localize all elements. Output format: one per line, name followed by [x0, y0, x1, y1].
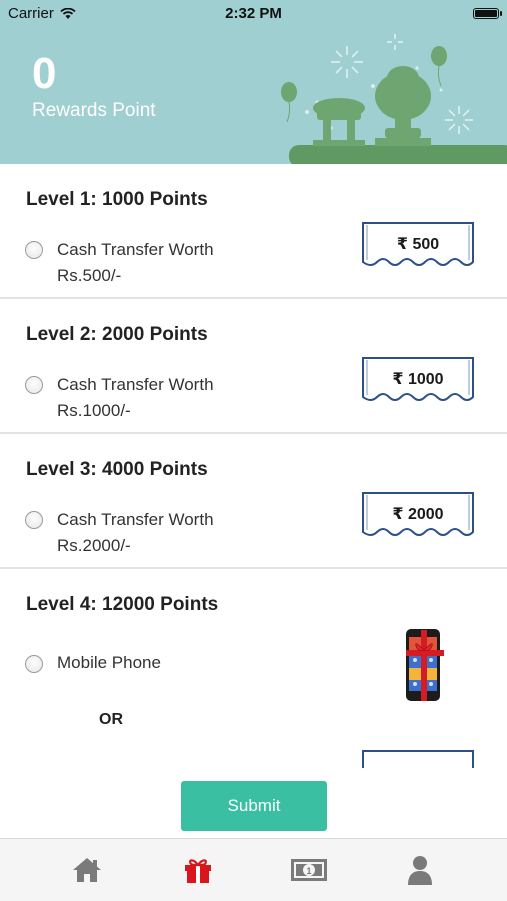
tab-gift[interactable] [168, 839, 228, 901]
description-amount: Rs.500/- [57, 266, 122, 285]
description-line: Cash Transfer Worth [57, 510, 214, 529]
level-1-radio[interactable] [25, 241, 43, 259]
voucher-amount: ₹ 2000 [392, 506, 444, 523]
submit-button[interactable]: Submit [181, 781, 327, 831]
rewards-points-value: 0 [32, 49, 57, 98]
level-description: Cash Transfer Worth Rs.1000/- [57, 372, 247, 424]
description-line: Cash Transfer Worth [57, 375, 214, 394]
status-bar: Carrier 2:32 PM [0, 0, 507, 28]
level-title: Level 1: 1000 Points [26, 189, 208, 210]
status-time: 2:32 PM [225, 5, 282, 22]
description-line: Mobile Phone [57, 653, 161, 672]
tab-home[interactable] [57, 839, 117, 901]
level-4-radio[interactable] [25, 655, 43, 673]
svg-text:1: 1 [306, 866, 311, 876]
cash-icon: 1 [291, 859, 327, 881]
description-amount: Rs.2000/- [57, 536, 131, 555]
level-card-1: Level 1: 1000 Points Cash Transfer Worth… [0, 164, 507, 299]
level-description: Mobile Phone [57, 650, 247, 676]
level-title: Level 4: 12000 Points [26, 594, 219, 615]
voucher-amount: ₹ 500 [396, 236, 440, 253]
voucher-amount: ₹ 1000 [392, 371, 444, 388]
level-2-radio[interactable] [25, 376, 43, 394]
voucher-image: ₹ 500 [362, 222, 474, 270]
voucher-image: ₹ 2000 [362, 492, 474, 540]
tab-bar: 1 [0, 838, 507, 901]
tab-profile[interactable] [390, 839, 450, 901]
description-line: Cash Transfer Worth [57, 240, 214, 259]
level-description: Cash Transfer Worth Rs.2000/- [57, 507, 247, 559]
levels-list[interactable]: Level 1: 1000 Points Cash Transfer Worth… [0, 164, 507, 768]
level-title: Level 2: 2000 Points [26, 324, 208, 345]
celebration-illustration [281, 34, 507, 164]
voucher-image-partial [362, 750, 474, 768]
home-icon [73, 858, 101, 882]
or-separator: OR [99, 711, 123, 728]
profile-icon [408, 856, 432, 885]
level-card-3: Level 3: 4000 Points Cash Transfer Worth… [0, 434, 507, 569]
rewards-points-label: Rewards Point [32, 100, 156, 121]
level-3-radio[interactable] [25, 511, 43, 529]
tab-cash[interactable]: 1 [279, 839, 339, 901]
level-card-2: Level 2: 2000 Points Cash Transfer Worth… [0, 299, 507, 434]
mobile-phone-image [406, 629, 444, 701]
level-description: Cash Transfer Worth Rs.500/- [57, 237, 247, 289]
description-amount: Rs.1000/- [57, 401, 131, 420]
gift-icon [185, 859, 211, 883]
level-title: Level 3: 4000 Points [26, 459, 208, 480]
battery-icon [473, 8, 502, 19]
voucher-image: ₹ 1000 [362, 357, 474, 405]
rewards-banner: 0 Rewards Point [0, 28, 507, 164]
